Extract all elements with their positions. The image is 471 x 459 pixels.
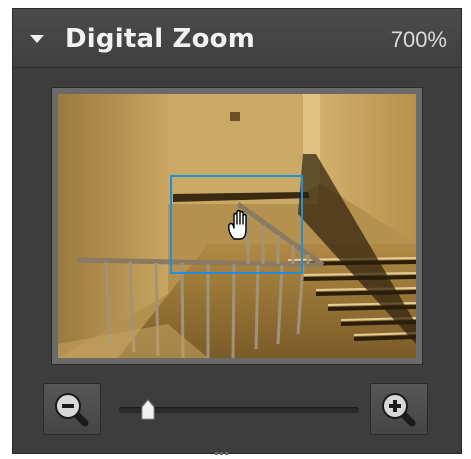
hand-icon (228, 209, 247, 240)
resize-grip[interactable] (215, 440, 235, 455)
zoom-out-button[interactable] (43, 383, 101, 435)
preview-frame (51, 87, 423, 365)
magnifier-minus-icon (55, 393, 89, 427)
collapse-toggle[interactable] (27, 29, 47, 49)
panel-header: Digital Zoom 700% (13, 9, 461, 68)
triangle-down-icon (30, 35, 44, 43)
camera-preview[interactable] (58, 94, 416, 358)
slider-thumb[interactable] (140, 399, 156, 421)
zoom-slider[interactable] (119, 399, 359, 421)
zoom-selection-box[interactable] (170, 175, 303, 274)
magnifier-plus-icon (382, 393, 416, 427)
digital-zoom-panel: Digital Zoom 700% (12, 8, 462, 454)
zoom-in-button[interactable] (370, 383, 428, 435)
zoom-controls (13, 375, 461, 445)
zoom-level-readout: 700% (390, 27, 447, 52)
panel-title: Digital Zoom (65, 24, 256, 54)
